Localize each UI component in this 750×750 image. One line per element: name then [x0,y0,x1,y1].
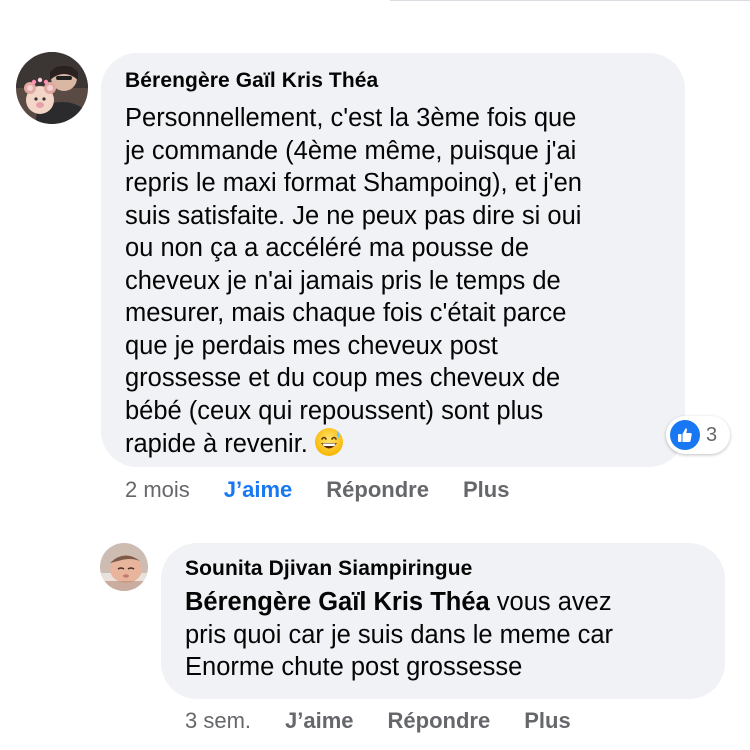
reaction-count: 3 [706,423,718,446]
comment-actions: 3 sem. J’aime Répondre Plus [185,708,571,734]
reaction-badge[interactable]: 3 [666,416,730,454]
comment-bubble: Bérengère Gaïl Kris Théa Personnellement… [101,53,685,467]
like-button[interactable]: J’aime [224,477,293,503]
comment-bubble: Sounita Djivan Siampiringue Bérengère Ga… [161,543,725,699]
grinning-sweat-emoji [314,427,344,457]
comment-text: Personnellement, c'est la 3ème fois que … [125,102,661,461]
mention-link[interactable]: Bérengère Gaïl Kris Théa [185,588,490,616]
more-button[interactable]: Plus [524,708,570,734]
reply-button[interactable]: Répondre [388,708,491,734]
top-divider [390,0,750,1]
avatar[interactable] [16,52,88,124]
comment-author[interactable]: Sounita Djivan Siampiringue [185,555,701,583]
comment-text: Bérengère Gaïl Kris Théa vous avez pris … [185,586,701,684]
more-button[interactable]: Plus [463,477,509,503]
reply-button[interactable]: Répondre [326,477,429,503]
like-button[interactable]: J’aime [285,708,354,734]
comment-timestamp[interactable]: 3 sem. [185,708,251,734]
comment-body: Personnellement, c'est la 3ème fois que … [125,104,582,458]
avatar[interactable] [100,543,148,591]
thumbs-up-icon [670,420,700,450]
comment-actions: 2 mois J’aime Répondre Plus [125,477,509,503]
comment-timestamp[interactable]: 2 mois [125,477,190,503]
comment-author[interactable]: Bérengère Gaïl Kris Théa [125,67,661,95]
